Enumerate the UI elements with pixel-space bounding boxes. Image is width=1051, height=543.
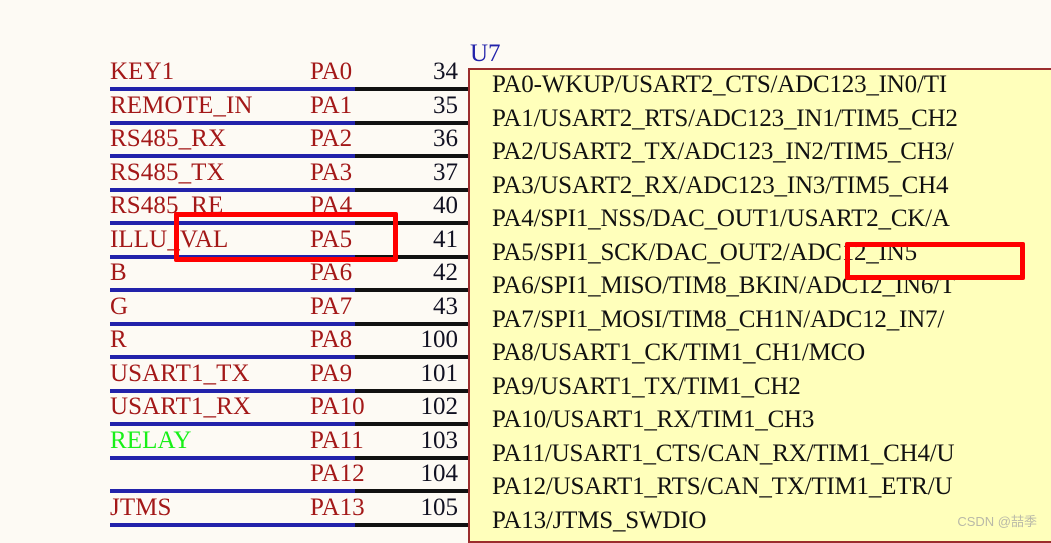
pin-name[interactable]: PA12 bbox=[310, 457, 365, 491]
pin-name[interactable]: PA9 bbox=[310, 357, 352, 391]
pin-number[interactable]: 34 bbox=[368, 55, 458, 89]
pin-name[interactable]: PA10 bbox=[310, 390, 365, 424]
net-label[interactable]: RS485_TX bbox=[110, 156, 225, 190]
pin-function-label: PA1/USART2_RTS/ADC123_IN1/TIM5_CH2 bbox=[492, 104, 958, 132]
pin-number[interactable]: 43 bbox=[368, 290, 458, 324]
net-row[interactable]: JTMS PA13 105 bbox=[0, 491, 470, 525]
highlight-box-adc12-in5 bbox=[845, 242, 1025, 280]
net-label[interactable]: USART1_TX bbox=[110, 357, 250, 391]
pin-function-label: PA2/USART2_TX/ADC123_IN2/TIM5_CH3/ bbox=[492, 138, 954, 165]
pin-function-label: PA8/USART1_CK/TIM1_CH1/MCO bbox=[492, 339, 865, 366]
pin-name[interactable]: PA13 bbox=[310, 491, 365, 525]
pin-number[interactable]: 103 bbox=[368, 424, 459, 458]
net-label[interactable]: G bbox=[110, 290, 128, 324]
component-body-u7[interactable]: PA0-WKUP/USART2_CTS/ADC123_IN0/TI PA1/USA… bbox=[468, 68, 1051, 543]
pin-function-label: PA9/USART1_TX/TIM1_CH2 bbox=[492, 372, 801, 400]
net-row[interactable]: PA12 104 bbox=[0, 457, 470, 491]
pin-name[interactable]: PA0 bbox=[310, 55, 352, 89]
net-row[interactable]: REMOTE_IN PA1 35 bbox=[0, 89, 470, 123]
pin-number[interactable]: 101 bbox=[368, 357, 459, 391]
net-label[interactable]: RELAY bbox=[110, 424, 192, 458]
net-label[interactable]: R bbox=[110, 323, 127, 357]
net-label[interactable]: JTMS bbox=[110, 491, 172, 525]
net-label[interactable]: RS485_RX bbox=[110, 122, 226, 156]
net-label[interactable]: REMOTE_IN bbox=[110, 89, 253, 123]
net-row[interactable]: USART1_TX PA9 101 bbox=[0, 357, 470, 391]
pin-function-label: PA11/USART1_CTS/CAN_RX/TIM1_CH4/U bbox=[492, 439, 955, 467]
pin-number[interactable]: 37 bbox=[368, 156, 458, 190]
schematic-sheet: KEY1 PA0 34 REMOTE_IN PA1 35 RS485_RX PA2 36 RS48… bbox=[0, 0, 1051, 543]
highlight-box-illu-val-pa5 bbox=[174, 212, 398, 262]
pin-name[interactable]: PA11 bbox=[310, 424, 364, 458]
net-row[interactable]: KEY1 PA0 34 bbox=[0, 55, 470, 89]
pin-number[interactable]: 102 bbox=[368, 390, 459, 424]
net-wire[interactable] bbox=[110, 522, 355, 527]
net-label[interactable]: USART1_RX bbox=[110, 390, 251, 424]
pin-name[interactable]: PA7 bbox=[310, 290, 352, 324]
pin-function-label: PA4/SPI1_NSS/DAC_OUT1/USART2_CK/A bbox=[492, 205, 950, 232]
pin-function-label: PA12/USART1_RTS/CAN_TX/TIM1_ETR/U bbox=[492, 473, 953, 500]
pin-function-label: PA7/SPI1_MOSI/TIM8_CH1N/ADC12_IN7/ bbox=[492, 305, 945, 333]
net-label[interactable]: B bbox=[110, 256, 127, 290]
net-row[interactable]: G PA7 43 bbox=[0, 290, 470, 324]
pin-name[interactable]: PA1 bbox=[310, 89, 352, 123]
pin-number[interactable]: 104 bbox=[368, 457, 459, 491]
net-row[interactable]: USART1_RX PA10 102 bbox=[0, 390, 470, 424]
pin-stub bbox=[355, 522, 470, 527]
pin-number[interactable]: 36 bbox=[368, 122, 458, 156]
pin-number[interactable]: 105 bbox=[368, 491, 459, 525]
csdn-watermark: CSDN @喆季 bbox=[957, 514, 1037, 529]
pin-number[interactable]: 100 bbox=[368, 323, 459, 357]
pin-function-label: PA0-WKUP/USART2_CTS/ADC123_IN0/TI bbox=[492, 71, 947, 98]
net-row[interactable]: RELAY PA11 103 bbox=[0, 424, 470, 458]
pin-name[interactable]: PA8 bbox=[310, 323, 352, 357]
pin-function-label: PA3/USART2_RX/ADC123_IN3/TIM5_CH4 bbox=[492, 171, 949, 199]
net-row[interactable]: RS485_RX PA2 36 bbox=[0, 122, 470, 156]
pin-name[interactable]: PA3 bbox=[310, 156, 352, 190]
pin-number[interactable]: 35 bbox=[368, 89, 458, 123]
net-row[interactable]: RS485_TX PA3 37 bbox=[0, 156, 470, 190]
pin-name[interactable]: PA2 bbox=[310, 122, 352, 156]
net-row[interactable]: R PA8 100 bbox=[0, 323, 470, 357]
pin-function-label: PA13/JTMS_SWDIO bbox=[492, 506, 707, 534]
component-refdes-u7[interactable]: U7 bbox=[470, 41, 501, 67]
net-label[interactable]: KEY1 bbox=[110, 55, 174, 89]
pin-function-label: PA10/USART1_RX/TIM1_CH3 bbox=[492, 406, 815, 433]
